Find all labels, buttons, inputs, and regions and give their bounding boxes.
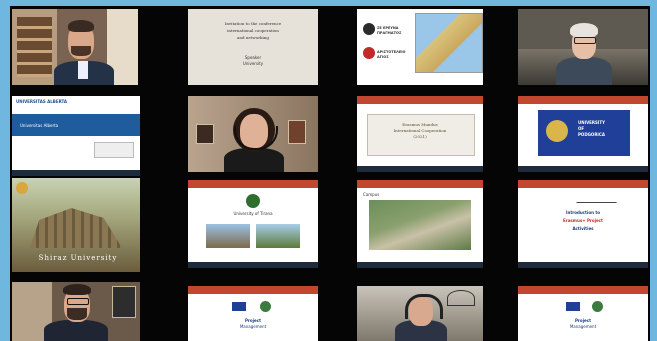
video-tile-r1c1[interactable]	[12, 9, 138, 85]
slide-tile-r2c3[interactable]: Erasmus Mundus International Cooperation…	[357, 96, 483, 172]
video-tile-r4c1[interactable]	[12, 282, 140, 341]
headphones-icon	[405, 294, 443, 319]
slide-heading-line-1: Introduction to	[566, 210, 600, 215]
org-logo-2	[363, 47, 375, 59]
slide-tile-r4c4[interactable]: Project Management	[518, 286, 648, 341]
slide-tile-r3c2[interactable]: University of Tirana	[188, 180, 318, 268]
slide-title-line-3: and networking	[237, 35, 269, 40]
slide-heading: University of Tirana	[233, 211, 273, 216]
slide-heading-line-3: (2021)	[413, 134, 427, 139]
historic-building	[30, 208, 122, 248]
slide-tile-r2c4[interactable]: UNIVERSITY OF PODGORICA	[518, 96, 648, 172]
slide-title-line-1: Invitation to the conference	[224, 21, 282, 26]
slide-heading-line-1: Erasmus Mundus	[402, 122, 438, 127]
slide-tile-r1c3[interactable]: ΣΕ ΕΡΕΥΝΑ ΠΡΑΓΜΑΤΟΣ ΑΡΙΣΤΟΤΕΛΕΙΟ ΑΓΙΟΣ	[357, 9, 483, 85]
slide-heading-line-1: Project	[244, 318, 262, 323]
campus-photo-1	[206, 224, 250, 248]
eu-flag-icon	[232, 302, 246, 311]
slide-tile-r4c2[interactable]: Project Management	[188, 286, 318, 341]
slide-heading-line-2: OF	[578, 126, 585, 131]
university-emblem-icon	[16, 182, 28, 194]
campus-aerial-photo	[369, 200, 471, 250]
slide-footer: Speaker	[244, 55, 262, 60]
slide-tile-r3c4[interactable]: Introduction to Erasmus+ Project Activit…	[518, 180, 648, 268]
slide-title-line-2: international cooperation	[227, 28, 279, 33]
eu-flag-icon	[566, 302, 580, 311]
university-logo-icon	[246, 194, 260, 208]
slide-heading-line-1: Project	[574, 318, 592, 323]
slide-heading-line-2: Erasmus+ Project	[563, 218, 603, 223]
slide-heading-line-3: Activities	[572, 226, 594, 231]
photo-tile-r3c1[interactable]: Shiraz University	[12, 178, 140, 272]
participant-body	[44, 320, 108, 341]
slide-heading-line-2: Management	[239, 324, 267, 329]
brand-text: UNIVERSITAS ALBERTA	[16, 99, 67, 104]
campus-photo-2	[256, 224, 300, 248]
slide-heading-line-2: International Cooperation	[393, 128, 447, 133]
org-logo-1	[363, 23, 375, 35]
slide-heading-line-1: UNIVERSITY	[578, 120, 605, 125]
meeting-video-grid: Invitation to the conference internation…	[10, 6, 650, 341]
books	[17, 17, 52, 77]
partner-logo-icon	[260, 301, 271, 312]
photo-caption: Shiraz University	[38, 254, 118, 262]
participant-body	[556, 57, 612, 85]
map-image	[415, 13, 483, 73]
university-crest-icon	[546, 120, 568, 142]
video-tile-r2c2[interactable]	[188, 96, 318, 172]
signature-logo	[576, 194, 620, 203]
beard	[67, 308, 87, 320]
org-name-2: ΑΡΙΣΤΟΤΕΛΕΙΟ ΑΓΙΟΣ	[377, 50, 406, 59]
slide-tile-r2c1[interactable]: UNIVERSITAS ALBERTA Universitas Alberta	[12, 96, 140, 176]
slide-heading: Universitas Alberta	[20, 123, 59, 128]
slide-footer-2: University	[242, 61, 264, 66]
slide-heading-line-3: PODGORICA	[578, 132, 605, 137]
partner-logo-icon	[592, 301, 603, 312]
beard	[71, 46, 91, 56]
video-tile-r4c3[interactable]	[357, 286, 483, 341]
org-name-1: ΣΕ ΕΡΕΥΝΑ ΠΡΑΓΜΑΤΟΣ	[377, 26, 402, 35]
ceiling-lamp	[447, 290, 475, 306]
slide-heading: Campus	[363, 192, 380, 197]
slide-tile-r1c2[interactable]: Invitation to the conference internation…	[188, 9, 318, 85]
slide-tile-r3c3[interactable]: Campus	[357, 180, 483, 268]
slide-heading-line-2: Management	[569, 324, 597, 329]
glasses-icon	[67, 298, 89, 305]
video-tile-r1c4[interactable]	[518, 9, 648, 85]
glasses-icon	[574, 37, 596, 44]
